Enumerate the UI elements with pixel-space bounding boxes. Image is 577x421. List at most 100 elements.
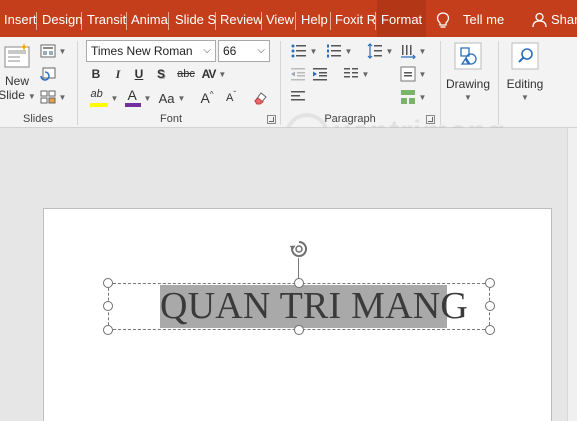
editing-label: Editing [506, 77, 544, 91]
person-icon [532, 12, 547, 28]
font-group-label: Font [159, 113, 182, 125]
slide-title-text[interactable]: QUAN TRI MANG [160, 285, 468, 328]
grow-font-label: A [200, 90, 210, 106]
font-color-label: A [127, 87, 137, 103]
bold-button[interactable]: B [87, 64, 105, 84]
paragraph-group-label: Paragraph [324, 113, 376, 125]
chevron-down-icon: ▼ [464, 93, 472, 102]
layout-icon [40, 44, 56, 58]
group-separator [77, 41, 78, 125]
eraser-icon [254, 92, 267, 105]
resize-handle-bottom-left[interactable] [103, 325, 113, 335]
clear-formatting-button[interactable] [250, 87, 270, 109]
font-name-combobox[interactable]: Times New Roman ⌵ [86, 40, 216, 62]
tab-design[interactable]: Design [38, 0, 82, 37]
ribbon-tab-bar: Insert Design Transit Anima Slide Sl Rev… [0, 0, 577, 37]
numbered-list-icon [326, 44, 341, 58]
font-size-value: 66 [223, 44, 237, 58]
tab-slide-show[interactable]: Slide Sl [171, 0, 216, 37]
new-slide-label-text: Slide [0, 88, 25, 102]
tab-help[interactable]: Help [297, 0, 331, 37]
line-spacing-icon [367, 43, 382, 59]
resize-handle-bottom-right[interactable] [485, 325, 495, 335]
resize-handle-top-right[interactable] [485, 278, 495, 288]
tab-view[interactable]: View [262, 0, 296, 37]
grow-font-button[interactable]: A ^ [198, 87, 216, 109]
change-case-label: Aa [158, 90, 175, 106]
text-direction-button[interactable]: ▼ [398, 41, 428, 61]
align-text-icon [400, 66, 416, 82]
shapes-icon [454, 42, 482, 70]
slides-group-label: Slides [23, 113, 53, 125]
decrease-indent-icon [291, 68, 305, 81]
chevron-down-icon: ▼ [521, 93, 529, 102]
bullets-button[interactable]: ▼ [288, 41, 320, 61]
resize-handle-top[interactable] [294, 278, 304, 288]
lightbulb-icon [436, 12, 450, 28]
tab-transitions[interactable]: Transit [83, 0, 127, 37]
italic-button[interactable]: I [109, 64, 127, 84]
resize-handle-left[interactable] [103, 301, 113, 311]
tab-foxit-reader[interactable]: Foxit R [331, 0, 376, 37]
tell-me-label: Tell me [463, 12, 505, 27]
font-color-button[interactable]: A ▼ [123, 87, 153, 109]
bullet-list-icon [291, 44, 306, 58]
increase-indent-button[interactable] [310, 64, 330, 84]
resize-handle-bottom[interactable] [294, 325, 304, 335]
decrease-indent-button[interactable] [288, 64, 308, 84]
text-direction-icon [400, 45, 416, 59]
magnifier-icon [511, 42, 539, 70]
chevron-down-icon[interactable]: ⌵ [203, 41, 211, 61]
font-size-combobox[interactable]: 66 ⌵ [218, 40, 270, 62]
tab-review[interactable]: Review [216, 0, 262, 37]
align-text-button[interactable]: ▼ [398, 64, 428, 84]
character-spacing-label: AV [201, 67, 217, 81]
layout-button[interactable]: ▼ [38, 41, 68, 61]
columns-button[interactable]: ▼ [340, 64, 372, 84]
numbering-button[interactable]: ▼ [323, 41, 355, 61]
new-slide-label-line1: New [4, 74, 29, 88]
section-button[interactable]: ▼ [38, 87, 68, 107]
caret-down-icon: ˇ [233, 89, 236, 99]
drawing-button[interactable]: Drawing ▼ [446, 41, 490, 107]
resize-handle-top-left[interactable] [103, 278, 113, 288]
font-name-value: Times New Roman [91, 44, 193, 58]
share-label: Shar [551, 12, 577, 27]
highlight-color-button[interactable]: ab ▼ [87, 87, 121, 109]
tab-insert[interactable]: Insert [0, 0, 37, 37]
editing-button[interactable]: Editing ▼ [503, 41, 547, 107]
font-color-bar [124, 103, 141, 107]
tab-format[interactable]: Format [377, 0, 426, 37]
change-case-button[interactable]: Aa ▼ [156, 87, 188, 109]
line-spacing-button[interactable]: ▼ [365, 41, 395, 61]
group-separator [280, 41, 281, 125]
section-icon [40, 90, 56, 104]
shrink-font-button[interactable]: Aˇ [222, 87, 240, 109]
vertical-scrollbar[interactable] [567, 128, 577, 421]
align-left-icon [291, 91, 305, 101]
convert-smartart-button[interactable]: ▼ [398, 87, 428, 107]
underline-button[interactable]: U [130, 64, 148, 84]
shrink-font-label: A [225, 92, 234, 104]
chevron-down-icon[interactable]: ⌵ [257, 41, 265, 61]
strikethrough-button[interactable]: abc [174, 64, 198, 84]
font-dialog-launcher[interactable] [267, 115, 276, 124]
group-separator [440, 41, 441, 125]
character-spacing-button[interactable]: AV ▼ [199, 64, 229, 84]
font-color-icon: A [124, 87, 141, 108]
rotate-icon[interactable] [288, 238, 310, 260]
reset-slide-button[interactable] [38, 64, 58, 84]
ribbon: New Slide ▼ ▼ ▼ Slides Times New Roman ⌵ … [0, 37, 577, 157]
highlighter-icon: ab [89, 88, 108, 108]
align-left-button[interactable] [288, 87, 308, 107]
columns-icon [343, 68, 358, 78]
shadow-button[interactable]: S [152, 64, 170, 84]
tab-animations[interactable]: Anima [127, 0, 169, 37]
new-slide-button[interactable]: New Slide ▼ [0, 40, 36, 106]
highlight-color-bar [89, 103, 108, 107]
paragraph-dialog-launcher[interactable] [426, 115, 435, 124]
group-separator [498, 41, 499, 125]
caret-up-icon: ^ [209, 89, 214, 99]
resize-handle-right[interactable] [485, 301, 495, 311]
drawing-label: Drawing [446, 77, 491, 91]
